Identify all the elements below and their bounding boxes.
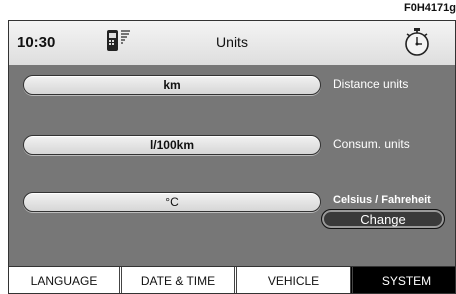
tab-bar: LANGUAGE DATE & TIME VEHICLE SYSTEM	[9, 266, 455, 293]
distance-units-label: Distance units	[333, 77, 409, 91]
figure-code: F0H4171g	[404, 2, 456, 14]
consumption-units-label: Consum. units	[333, 137, 410, 151]
tab-language[interactable]: LANGUAGE	[9, 267, 119, 293]
distance-units-field[interactable]: km	[23, 75, 321, 95]
stopwatch-icon	[403, 26, 431, 63]
units-panel: km Distance units l/100km Consum. units …	[9, 65, 455, 267]
temperature-units-label: Celsius / Fahreheit	[333, 194, 431, 206]
distance-units-row: km Distance units	[21, 75, 445, 97]
consumption-units-row: l/100km Consum. units	[21, 135, 445, 157]
display-screen: 10:30 Units km Distance units l/100km Co…	[8, 20, 456, 294]
temperature-units-field[interactable]: °C	[23, 192, 321, 212]
consumption-units-field[interactable]: l/100km	[23, 135, 321, 155]
change-button[interactable]: Change	[321, 209, 445, 229]
tab-date-time[interactable]: DATE & TIME	[119, 267, 234, 293]
tab-system[interactable]: SYSTEM	[350, 267, 455, 293]
screen-title: Units	[216, 34, 248, 50]
status-bar: 10:30 Units	[9, 21, 455, 66]
tab-vehicle[interactable]: VEHICLE	[234, 267, 350, 293]
